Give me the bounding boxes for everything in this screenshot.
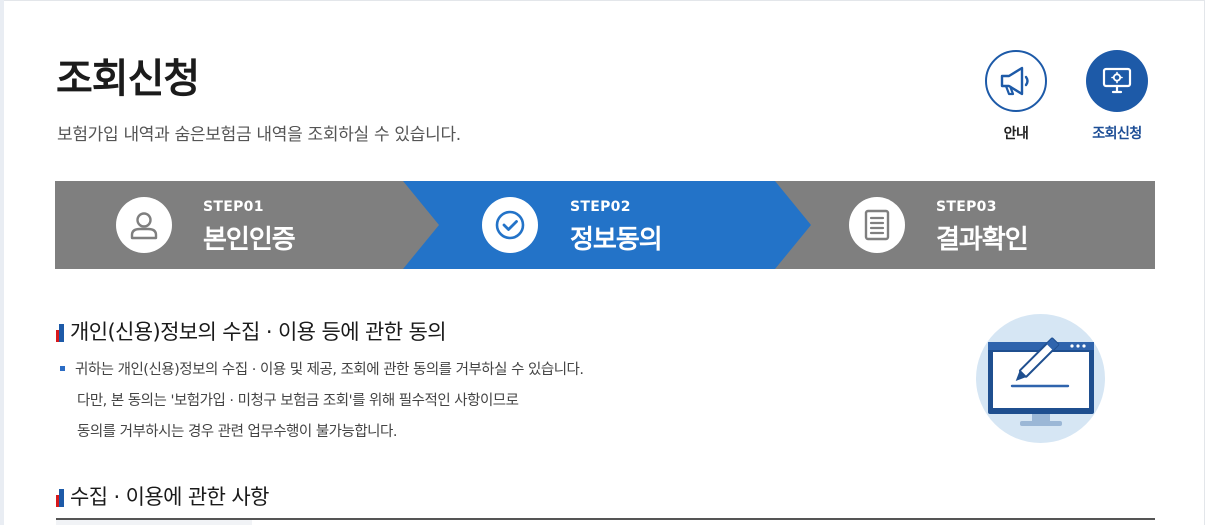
notice-line: 동의를 거부하시는 경우 관련 업무수행이 불가능합니다. [60,420,584,451]
apply-button-circle[interactable] [1086,50,1148,112]
step-icon-circle [849,197,905,253]
document-icon [864,209,890,241]
bullet-icon [60,366,65,371]
consent-notice: 귀하는 개인(신용)정보의 수집 · 이용 및 제공, 조회에 관한 동의를 거… [60,358,584,451]
step-name: 정보동의 [570,225,663,255]
megaphone-icon [1000,66,1029,96]
step-icon-circle [116,197,172,253]
page-top-border [0,0,1205,1]
monitor-pen-illustration-icon [976,314,1105,443]
consent-section-title: 개인(신용)정보의 수집 · 이용 등에 관한 동의 [56,316,447,346]
guide-button-label: 안내 [1003,126,1029,142]
step-name: 본인인증 [203,225,296,255]
step-number: STEP02 [570,199,631,215]
step-progress-bar: STEP01 본인인증 STEP02 정보동의 STEP03 결과확인 [55,181,1155,269]
notice-text: 동의를 거부하시는 경우 관련 업무수행이 불가능합니다. [77,424,397,440]
consent-section-title-text: 개인(신용)정보의 수집 · 이용 등에 관한 동의 [70,320,447,344]
step-number: STEP03 [936,199,997,215]
person-icon [130,212,158,240]
apply-button[interactable]: 조회신청 [1077,50,1157,143]
page-left-border [0,0,4,525]
page-subtitle: 보험가입 내역과 숨은보험금 내역을 조회하실 수 있습니다. [57,125,461,145]
step-identity-verification: STEP01 본인인증 [55,181,405,269]
step-result-check: STEP03 결과확인 [805,181,1155,269]
step-icon-circle [482,197,538,253]
check-circle-icon [495,210,525,240]
notice-text: 귀하는 개인(신용)정보의 수집 · 이용 및 제공, 조회에 관한 동의를 거… [75,362,584,378]
step-information-consent: STEP02 정보동의 [405,181,805,269]
collection-section-title: 수집 · 이용에 관한 사항 [56,481,269,511]
collection-section-title-text: 수집 · 이용에 관한 사항 [70,485,269,509]
step-name: 결과확인 [936,225,1029,255]
guide-button-circle[interactable] [985,50,1047,112]
notice-line: 귀하는 개인(신용)정보의 수집 · 이용 및 제공, 조회에 관한 동의를 거… [60,358,584,389]
step-number: STEP01 [203,199,264,215]
notice-line: 다만, 본 동의는 '보험가입 · 미청구 보험금 조회'를 위해 필수적인 사… [60,389,584,420]
table-header-cell [56,520,252,525]
page-title: 조회신청 [56,56,200,102]
section-title-marker [56,487,64,507]
monitor-search-icon [1102,67,1132,94]
section-title-marker [56,322,64,342]
guide-button[interactable]: 안내 [976,50,1056,143]
apply-button-label: 조회신청 [1092,126,1142,142]
notice-text: 다만, 본 동의는 '보험가입 · 미청구 보험금 조회'를 위해 필수적인 사… [77,393,519,409]
